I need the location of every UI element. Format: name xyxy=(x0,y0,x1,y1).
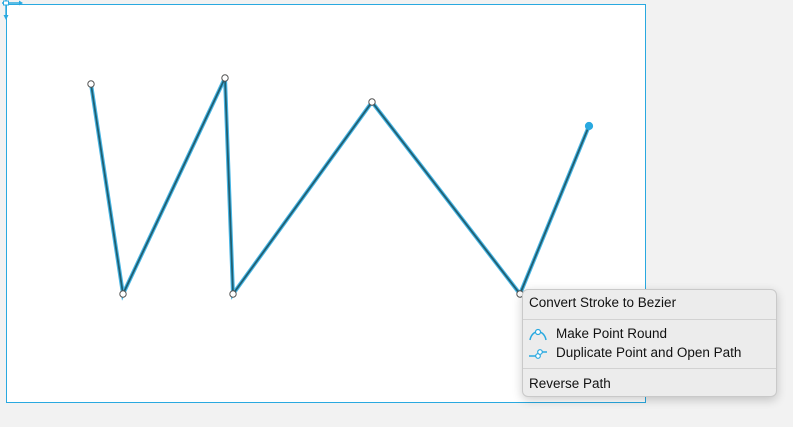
context-menu: Convert Stroke to Bezier Make Point Roun… xyxy=(522,289,777,397)
path-node[interactable] xyxy=(87,80,95,88)
menu-item-reverse-path[interactable]: Reverse Path xyxy=(523,374,776,394)
menu-item-label: Reverse Path xyxy=(529,376,611,391)
path-node[interactable] xyxy=(221,74,229,82)
round-point-icon xyxy=(529,328,547,341)
path-node[interactable] xyxy=(229,290,237,298)
path-node-selected[interactable] xyxy=(584,121,594,131)
path-node[interactable] xyxy=(368,98,376,106)
menu-item-label: Convert Stroke to Bezier xyxy=(529,295,677,310)
menu-item-convert-stroke-to-bezier[interactable]: Convert Stroke to Bezier xyxy=(523,293,776,313)
duplicate-point-icon xyxy=(529,349,547,359)
path-selection-outline xyxy=(89,77,591,301)
menu-item-duplicate-point-and-open-path[interactable]: Duplicate Point and Open Path xyxy=(523,343,776,363)
menu-separator xyxy=(523,368,776,369)
menu-separator xyxy=(523,319,776,320)
menu-item-make-point-round[interactable]: Make Point Round xyxy=(523,324,776,344)
path-node[interactable] xyxy=(119,290,127,298)
vector-path-stroke[interactable] xyxy=(90,77,590,298)
menu-item-label: Make Point Round xyxy=(556,326,668,341)
menu-item-label: Duplicate Point and Open Path xyxy=(556,345,742,360)
